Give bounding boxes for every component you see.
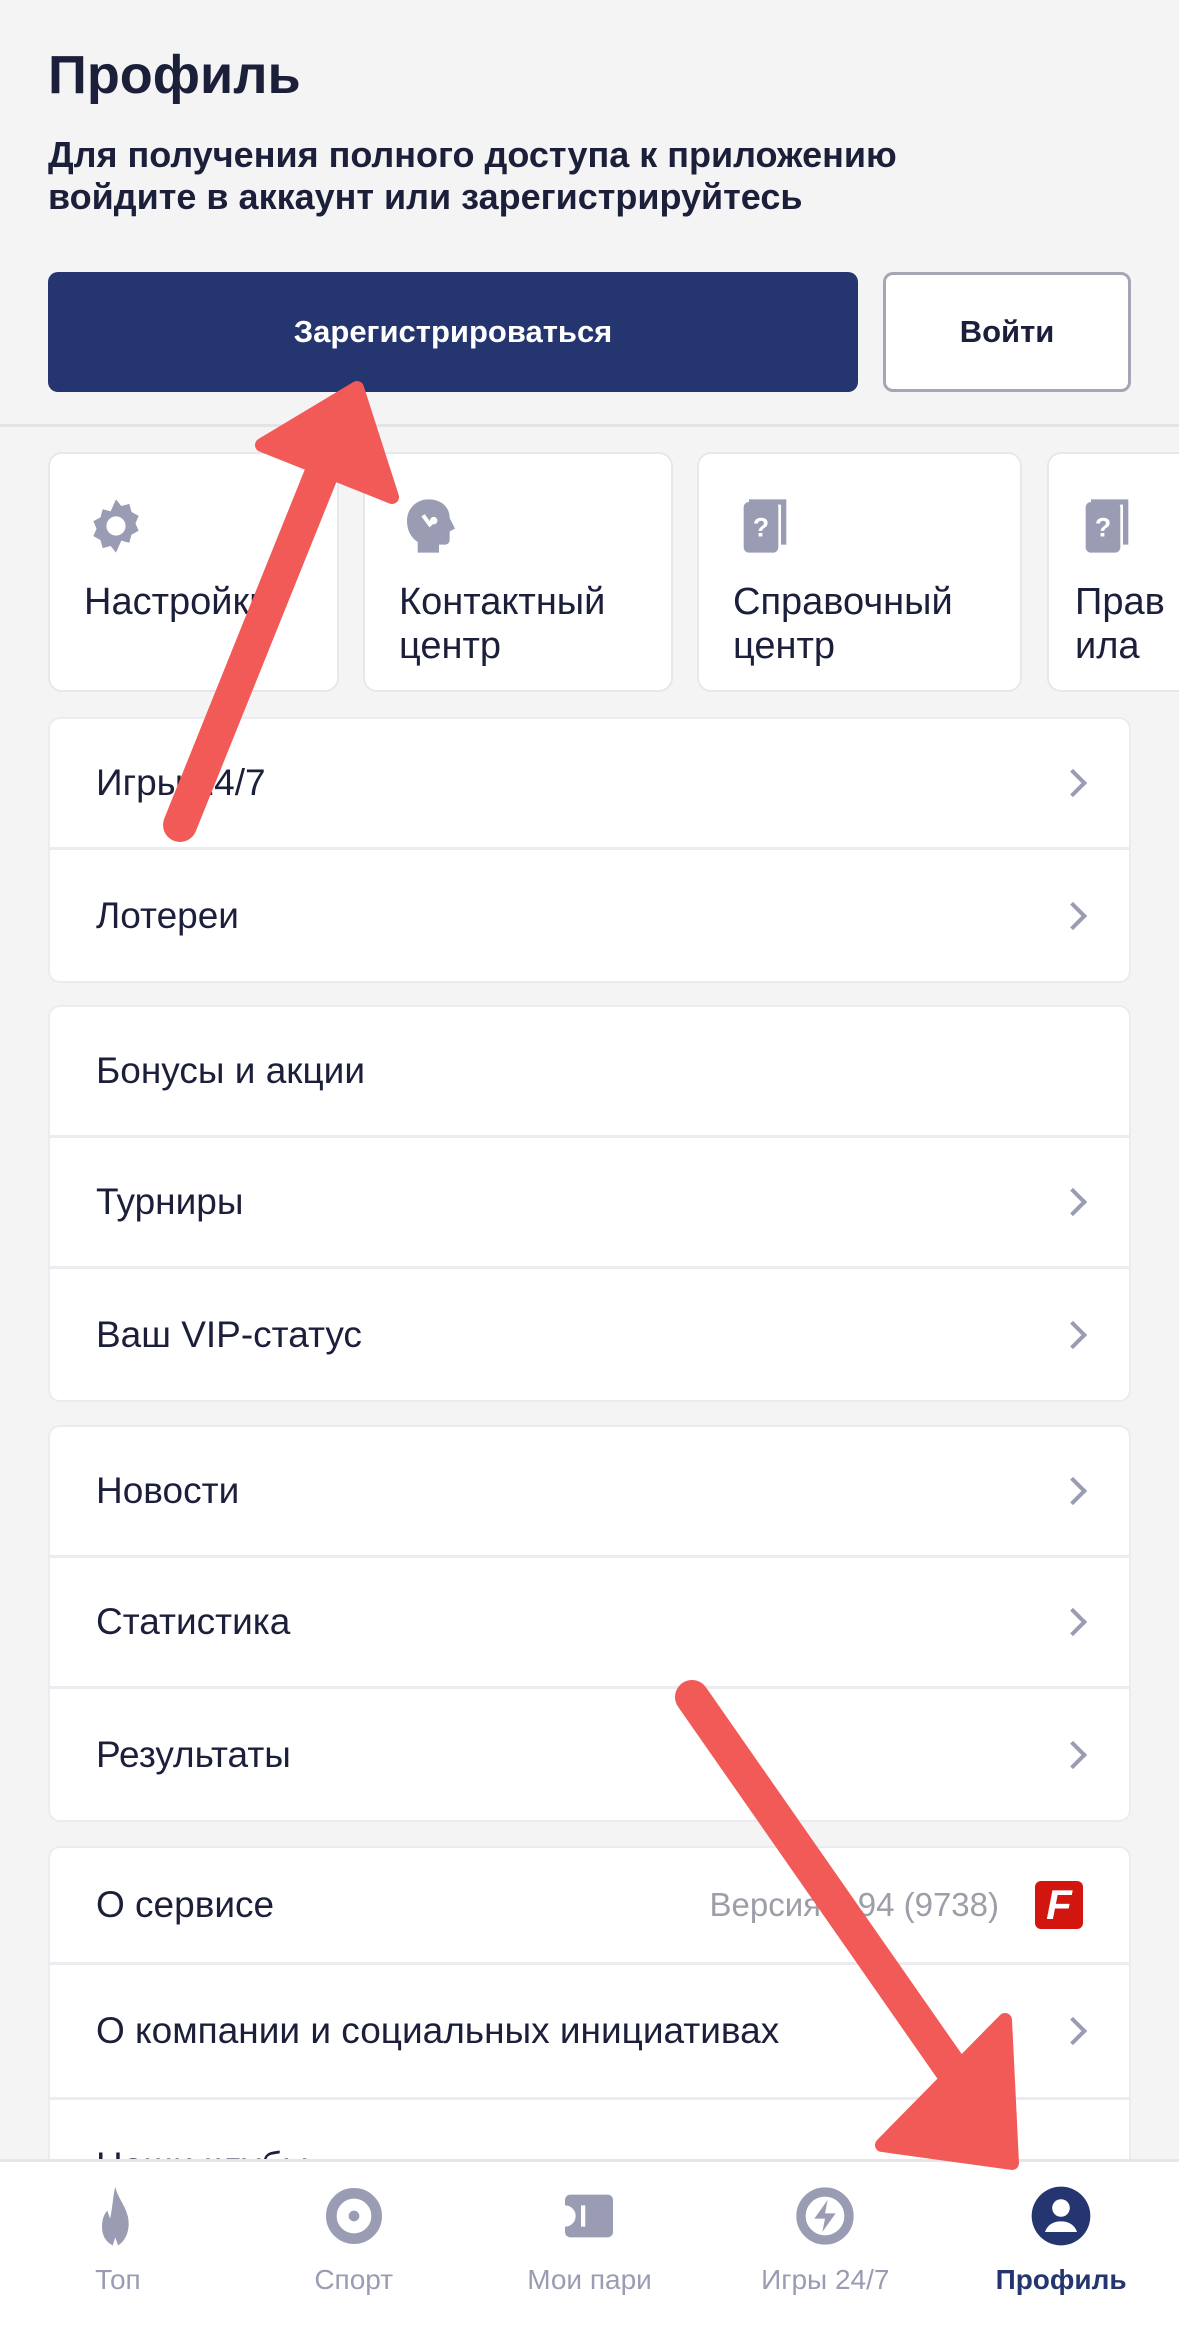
chevron-right-icon — [1058, 768, 1088, 798]
tile-label: Справочный центр — [733, 581, 953, 667]
svg-text:?: ? — [1095, 513, 1111, 543]
menu-item-lotteries[interactable]: Лотереи — [50, 850, 1129, 981]
menu-item-about-service[interactable]: О сервисе Версия 7.94 (9738) F — [50, 1848, 1129, 1965]
tile-label: Настройки — [84, 581, 271, 623]
nav-label: Мои пари — [527, 2264, 652, 2295]
quick-tiles: Настройки Контактный центр ? Справочный … — [48, 452, 1179, 692]
head-support-icon — [407, 499, 455, 553]
tile-settings[interactable]: Настройки — [48, 452, 339, 692]
chevron-right-icon — [1058, 901, 1088, 930]
nav-my-bets[interactable]: Мои пари — [472, 2162, 708, 2333]
chevron-right-icon — [1058, 1476, 1088, 1506]
target-icon — [325, 2188, 382, 2244]
bottom-nav: Топ Спорт Мои пари Игры 24/7 Профиль — [0, 2159, 1179, 2333]
menu-item-games[interactable]: Игры 24/7 — [50, 719, 1129, 850]
menu-item-news[interactable]: Новости — [50, 1427, 1129, 1558]
tile-label: Контактный центр — [399, 581, 606, 667]
nav-label: Профиль — [995, 2264, 1127, 2295]
nav-profile[interactable]: Профиль — [943, 2162, 1179, 2333]
menu-group-info: Новости Статистика Результаты — [48, 1425, 1131, 1822]
help-book-icon: ? — [1085, 499, 1129, 553]
menu-item-vip-status[interactable]: Ваш VIP-статус — [50, 1269, 1129, 1400]
page-subtitle: Для получения полного доступа к приложен… — [48, 134, 897, 217]
tile-contact-center[interactable]: Контактный центр — [363, 452, 673, 692]
nav-sport[interactable]: Спорт — [236, 2162, 472, 2333]
menu-item-label: Новости — [96, 1470, 240, 1511]
page-title: Профиль — [48, 45, 301, 105]
menu-group-bonuses: Бонусы и акции Турниры Ваш VIP-статус — [48, 1005, 1131, 1402]
menu-item-statistics[interactable]: Статистика — [50, 1558, 1129, 1689]
nav-label: Игры 24/7 — [761, 2264, 890, 2295]
nav-top[interactable]: Топ — [0, 2162, 236, 2333]
chevron-right-icon — [1058, 1187, 1088, 1217]
menu-item-label: Игры 24/7 — [96, 762, 266, 803]
menu-item-label: Ваш VIP-статус — [96, 1313, 362, 1355]
ticket-icon — [565, 2194, 614, 2238]
svg-text:?: ? — [753, 513, 769, 543]
nav-label: Топ — [95, 2264, 141, 2295]
menu-item-tournaments[interactable]: Турниры — [50, 1138, 1129, 1269]
help-book-icon: ? — [743, 499, 787, 553]
login-button[interactable]: Войти — [883, 272, 1131, 392]
user-icon — [1031, 2186, 1091, 2246]
app-version: Версия 7.94 (9738) — [709, 1886, 999, 1923]
chevron-right-icon — [1058, 2016, 1088, 2046]
chevron-right-icon — [1058, 1607, 1088, 1637]
menu-item-label: Результаты — [96, 1733, 291, 1775]
tile-label: Правила — [1075, 581, 1165, 667]
menu-item-results[interactable]: Результаты — [50, 1689, 1129, 1820]
menu-item-label: Лотереи — [96, 894, 239, 936]
menu-item-bonuses[interactable]: Бонусы и акции — [50, 1007, 1129, 1138]
gear-icon — [93, 499, 139, 553]
menu-item-label: Турниры — [96, 1181, 244, 1222]
nav-label: Спорт — [314, 2264, 394, 2295]
menu-item-label: Бонусы и акции — [96, 1050, 365, 1091]
chevron-right-icon — [1058, 1740, 1088, 1769]
flame-icon — [101, 2186, 129, 2246]
chevron-right-icon — [1058, 1320, 1088, 1349]
tile-help-center[interactable]: ? Справочный центр — [697, 452, 1022, 692]
menu-item-about-company[interactable]: О компании и социальных инициативах — [50, 1965, 1129, 2100]
tile-rules[interactable]: ? Правила — [1047, 452, 1179, 692]
nav-games[interactable]: Игры 24/7 — [707, 2162, 943, 2333]
brand-logo: F — [1035, 1881, 1083, 1929]
lightning-icon — [796, 2187, 854, 2245]
menu-item-label: О компании и социальных инициативах — [96, 2010, 780, 2051]
menu-item-label: О сервисе — [96, 1884, 275, 1925]
register-button[interactable]: Зарегистрироваться — [48, 272, 858, 392]
menu-item-label: Статистика — [96, 1601, 291, 1642]
menu-group-games: Игры 24/7 Лотереи — [48, 717, 1131, 983]
